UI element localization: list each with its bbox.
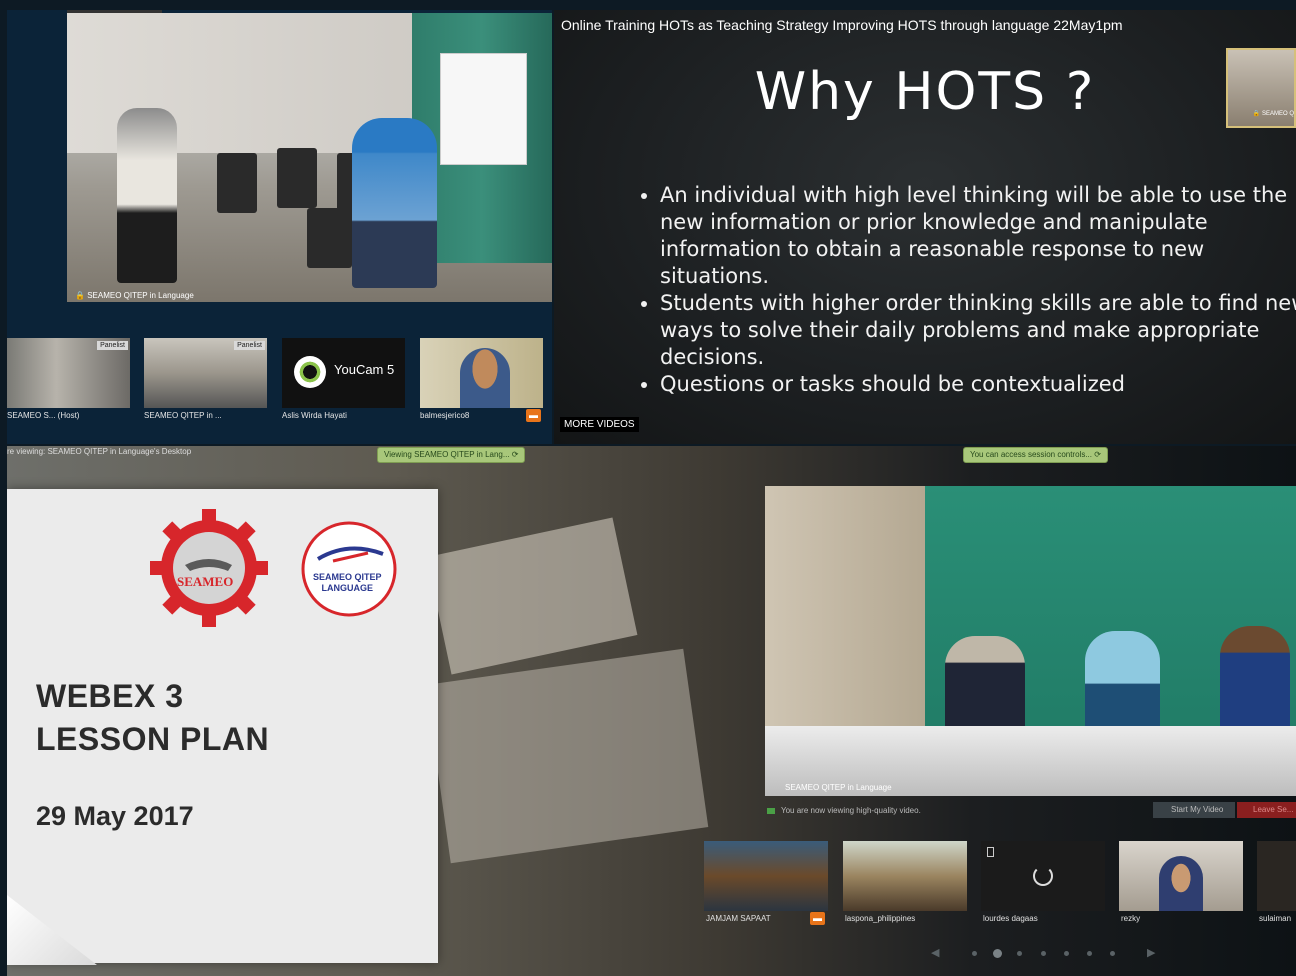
viewing-desktop-text: re viewing: SEAMEO QITEP in Language's D… — [7, 447, 192, 456]
slide-bullet: Students with higher order thinking skil… — [660, 290, 1296, 371]
chat-bubble-icon[interactable]: ▬ — [526, 409, 541, 422]
participant-thumbnail[interactable] — [843, 841, 967, 911]
lesson-date: 29 May 2017 — [36, 801, 194, 831]
participant-thumbnail[interactable] — [981, 841, 1105, 911]
video-chair — [277, 148, 317, 208]
phone-icon — [987, 847, 994, 857]
video-chair — [307, 208, 352, 268]
participant-name: balmesjerico8 — [420, 411, 470, 420]
video-label: 🔒 SEAMEO QITEP in Language — [75, 291, 194, 300]
chat-bubble-icon[interactable]: ▬ — [810, 912, 825, 925]
video-label: SEAMEO QITEP in Language — [785, 783, 892, 792]
start-video-button[interactable]: Start My Video — [1153, 802, 1235, 818]
page-dot-active[interactable] — [993, 949, 1002, 958]
main-video[interactable]: SEAMEO QITEP in Language — [765, 486, 1296, 796]
video-person — [117, 108, 177, 283]
participant-face — [460, 348, 510, 408]
background-paper — [425, 648, 709, 864]
slide-bullet: Questions or tasks should be contextuali… — [660, 371, 1296, 398]
slide-bullets: An individual with high level thinking w… — [634, 182, 1296, 398]
youcam-logo-text: YouCam 5 — [334, 362, 395, 377]
page-curl — [7, 895, 97, 965]
chevron-right-icon[interactable]: ▶ — [1147, 946, 1155, 959]
slide-title: Why HOTS ? — [754, 62, 1096, 122]
webex-window-bottom: re viewing: SEAMEO QITEP in Language's D… — [7, 446, 1296, 976]
hq-video-text: You are now viewing high-quality video. — [781, 806, 921, 815]
participant-thumbnail[interactable]: Panelist — [144, 338, 267, 408]
chevron-left-icon[interactable]: ◀ — [931, 946, 939, 959]
viewing-status-pill[interactable]: Viewing SEAMEO QITEP in Lang... ⟳ — [377, 447, 526, 463]
participant-thumbnail[interactable] — [704, 841, 828, 911]
hq-indicator-icon — [767, 808, 775, 814]
leave-label: Leave Se... — [1253, 805, 1294, 814]
participant-thumbnail[interactable]: YouCam 5 — [282, 338, 405, 408]
pill-label: Viewing SEAMEO QITEP in Lang... — [384, 450, 510, 459]
participant-face — [1159, 856, 1203, 911]
panelist-badge: Panelist — [97, 341, 128, 350]
participant-thumbnail[interactable] — [420, 338, 543, 408]
participant-name: laspona_philippines — [845, 914, 916, 923]
page-dot[interactable] — [1041, 951, 1046, 956]
panelist-badge: Panelist — [234, 341, 265, 350]
qitep-logo-icon — [301, 521, 397, 617]
youcam-logo-icon — [294, 356, 326, 388]
participant-name: rezky — [1121, 914, 1141, 923]
participant-name: SEAMEO S... (Host) — [7, 411, 80, 420]
participant-name: SEAMEO QITEP in ... — [144, 411, 222, 420]
video-person — [352, 118, 437, 288]
lesson-plan-card: SEAMEO SEAMEO QITEP LANGUAGE WEBEX 3 LESSO… — [7, 489, 438, 965]
participant-name: Aslis Wirda Hayati — [282, 411, 347, 420]
video-whiteboard — [440, 53, 527, 165]
more-videos-button[interactable]: MORE VIDEOS — [560, 417, 639, 432]
participant-name: sulaiman — [1259, 914, 1292, 923]
seameo-logo-text: SEAMEO — [177, 574, 234, 589]
loading-spinner-icon — [1033, 866, 1053, 886]
participant-name: lourdes dagaas — [983, 914, 1038, 923]
page-dot[interactable] — [972, 951, 977, 956]
video-chair — [217, 153, 257, 213]
leave-session-button[interactable]: Leave Se... — [1237, 802, 1296, 818]
seameo-gear-logo-icon — [150, 509, 268, 627]
page-dot[interactable] — [1110, 951, 1115, 956]
start-video-label: Start My Video — [1171, 805, 1224, 814]
participant-name: JAMJAM SAPAAT — [706, 914, 771, 923]
page-dot[interactable] — [1064, 951, 1069, 956]
webex-window-top-left: 🔒 SEAMEO QITEP in Language Panelist SEAM… — [7, 10, 552, 444]
video-title[interactable]: Online Training HOTs as Teaching Strateg… — [561, 17, 1123, 33]
lesson-title: WEBEX 3 LESSON PLAN — [36, 678, 270, 757]
pill-label: You can access session controls... — [970, 450, 1092, 459]
session-controls-pill[interactable]: You can access session controls... ⟳ — [963, 447, 1108, 463]
slide-video-panel: Online Training HOTs as Teaching Strateg… — [554, 10, 1296, 444]
main-video[interactable]: 🔒 SEAMEO QITEP in Language — [67, 13, 552, 302]
page-dot[interactable] — [1087, 951, 1092, 956]
participant-thumbnail[interactable] — [1119, 841, 1243, 911]
page-dot[interactable] — [1017, 951, 1022, 956]
qitep-logo-text: SEAMEO QITEP LANGUAGE — [313, 572, 382, 593]
background-paper — [426, 517, 638, 675]
participant-thumbnail[interactable]: Panelist — [7, 338, 130, 408]
slide-bullet: An individual with high level thinking w… — [660, 182, 1296, 290]
participant-thumbnail[interactable] — [1257, 841, 1296, 911]
